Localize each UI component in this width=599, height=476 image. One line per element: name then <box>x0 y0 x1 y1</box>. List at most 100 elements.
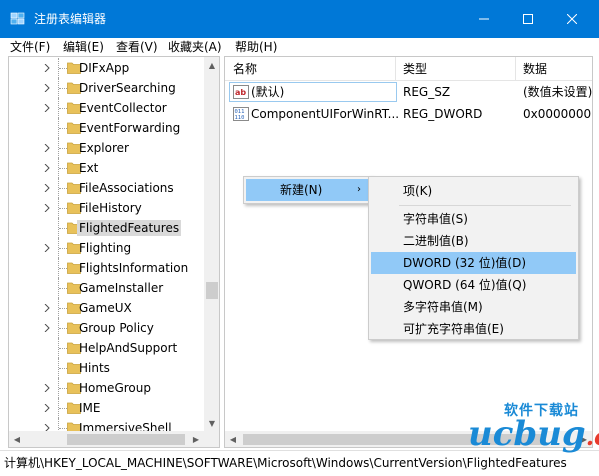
menu-favorites[interactable]: 收藏夹(A) <box>168 39 222 55</box>
submenu-item-string[interactable]: 字符串值(S) <box>371 208 576 230</box>
tree-item[interactable]: GameUX <box>9 298 204 318</box>
value-name: (默认) <box>251 85 285 99</box>
tree-item-label: FlightedFeatures <box>77 220 182 236</box>
chevron-right-icon[interactable] <box>43 324 51 332</box>
submenu-item-expandable-string[interactable]: 可扩充字符串值(E) <box>371 318 576 340</box>
submenu-item-dword[interactable]: DWORD (32 位)值(D) <box>371 252 576 274</box>
menu-help[interactable]: 帮助(H) <box>235 39 277 55</box>
menu-edit[interactable]: 编辑(E) <box>63 39 104 55</box>
tree-item[interactable]: Flighting <box>9 238 204 258</box>
tree-item-label: Flighting <box>79 241 132 255</box>
tree-item-label: Group Policy <box>79 321 154 335</box>
tree-item-label: HomeGroup <box>79 381 151 395</box>
key-path: 计算机\HKEY_LOCAL_MACHINE\SOFTWARE\Microsof… <box>4 456 567 470</box>
watermark-brand: ucbug.cc <box>468 415 599 456</box>
tree-item[interactable]: DriverSearching <box>9 78 204 98</box>
tree-item[interactable]: FlightedFeatures <box>9 218 204 238</box>
scroll-down-icon[interactable]: ▼ <box>204 415 219 431</box>
tree-item-label: IME <box>79 401 101 415</box>
tree-item[interactable]: Group Policy <box>9 318 204 338</box>
minimize-button[interactable] <box>461 0 507 38</box>
scroll-left-icon[interactable]: ◀ <box>225 431 241 447</box>
chevron-right-icon[interactable] <box>43 384 51 392</box>
column-divider[interactable] <box>395 57 396 81</box>
chevron-right-icon[interactable] <box>43 84 51 92</box>
tree-item[interactable]: DIFxApp <box>9 58 204 78</box>
menu-item-new[interactable]: 新建(N) › <box>246 179 370 201</box>
close-button[interactable] <box>549 0 595 38</box>
scroll-left-icon[interactable]: ◀ <box>9 431 25 447</box>
tree-scroll-thumb[interactable] <box>206 282 218 299</box>
submenu-item-qword[interactable]: QWORD (64 位)值(Q) <box>371 274 576 296</box>
tree-item-label: Hints <box>79 361 110 375</box>
tree-item[interactable]: Ext <box>9 158 204 178</box>
column-data[interactable]: 数据 <box>523 61 547 77</box>
list-header: 名称 类型 数据 <box>225 57 592 81</box>
submenu-item-label: 项(K) <box>403 184 433 198</box>
value-type: REG_SZ <box>403 85 451 99</box>
tree-hscroll-thumb[interactable] <box>67 434 185 445</box>
tree-item[interactable]: IME <box>9 398 204 418</box>
watermark-brand-tld: .cc <box>585 422 599 451</box>
svg-text:110: 110 <box>235 115 245 121</box>
tree-item-label: EventForwarding <box>79 121 181 135</box>
tree-item[interactable]: EventForwarding <box>9 118 204 138</box>
menu-separator <box>399 205 571 206</box>
tree-item[interactable]: Hints <box>9 358 204 378</box>
menu-bar: 文件(F) 编辑(E) 查看(V) 收藏夹(A) 帮助(H) <box>0 38 599 56</box>
list-row[interactable]: 011 110 ComponentUIForWinRT... REG_DWORD… <box>225 103 592 125</box>
close-icon <box>567 14 577 24</box>
column-name[interactable]: 名称 <box>233 61 257 77</box>
tree-horizontal-scrollbar[interactable]: ◀ ▶ <box>9 431 204 447</box>
submenu-item-label: DWORD (32 位)值(D) <box>403 256 526 270</box>
column-divider[interactable] <box>515 57 516 81</box>
value-name: ComponentUIForWinRT... <box>251 107 400 121</box>
tree-item[interactable]: FileAssociations <box>9 178 204 198</box>
watermark-brand-main: ucbug <box>468 414 586 454</box>
chevron-right-icon[interactable] <box>43 304 51 312</box>
tree-item[interactable]: HelpAndSupport <box>9 338 204 358</box>
chevron-right-icon[interactable] <box>43 204 51 212</box>
list-row[interactable]: ab (默认) REG_SZ (数值未设置) <box>225 81 592 103</box>
submenu-item-key[interactable]: 项(K) <box>371 180 576 202</box>
chevron-right-icon[interactable] <box>43 64 51 72</box>
value-data: (数值未设置) <box>523 85 593 99</box>
tree-vertical-scrollbar[interactable]: ▲ ▼ <box>204 57 219 431</box>
tree-item[interactable]: HomeGroup <box>9 378 204 398</box>
menu-item-new-label: 新建(N) <box>280 183 323 197</box>
registry-tree[interactable]: DIFxApp DriverSearching EventCollector Even… <box>8 56 220 448</box>
submenu-item-binary[interactable]: 二进制值(B) <box>371 230 576 252</box>
submenu-item-label: 字符串值(S) <box>403 212 468 226</box>
chevron-right-icon[interactable] <box>43 164 51 172</box>
tree-item-label: FlightsInformation <box>79 261 189 275</box>
tree-item-label: GameUX <box>79 301 132 315</box>
tree-item-label: FileAssociations <box>79 181 174 195</box>
title-bar: 注册表编辑器 <box>0 0 599 38</box>
maximize-button[interactable] <box>505 0 551 38</box>
scroll-right-icon[interactable]: ▶ <box>188 431 204 447</box>
tree-item[interactable]: FlightsInformation <box>9 258 204 278</box>
regedit-icon <box>10 12 25 25</box>
chevron-right-icon[interactable] <box>43 244 51 252</box>
chevron-right-icon[interactable] <box>43 104 51 112</box>
tree-item[interactable]: FileHistory <box>9 198 204 218</box>
column-type[interactable]: 类型 <box>403 61 427 77</box>
tree-item[interactable]: GameInstaller <box>9 278 204 298</box>
chevron-right-icon: › <box>357 184 361 195</box>
tree-item-label: Ext <box>79 161 99 175</box>
chevron-right-icon[interactable] <box>43 184 51 192</box>
minimize-icon <box>479 18 489 20</box>
tree-item[interactable]: Explorer <box>9 138 204 158</box>
tree-item[interactable]: EventCollector <box>9 98 204 118</box>
menu-file[interactable]: 文件(F) <box>10 39 50 55</box>
new-submenu: 项(K) 字符串值(S) 二进制值(B) DWORD (32 位)值(D) QW… <box>368 176 579 340</box>
chevron-right-icon[interactable] <box>43 404 51 412</box>
window-title: 注册表编辑器 <box>34 12 107 26</box>
submenu-item-multi-string[interactable]: 多字符串值(M) <box>371 296 576 318</box>
scroll-up-icon[interactable]: ▲ <box>204 57 219 73</box>
svg-text:ab: ab <box>235 88 246 97</box>
menu-view[interactable]: 查看(V) <box>116 39 158 55</box>
tree-item-label: FileHistory <box>79 201 142 215</box>
value-data: 0x00000001 <box>523 107 593 121</box>
chevron-right-icon[interactable] <box>43 144 51 152</box>
